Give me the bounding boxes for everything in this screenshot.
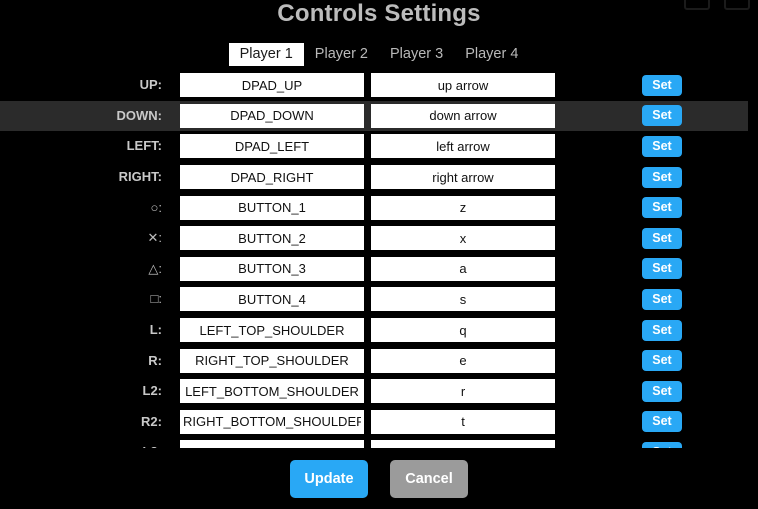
control-label: L:	[149, 322, 162, 338]
set-button[interactable]: Set	[642, 227, 682, 249]
key-binding-input[interactable]	[371, 440, 555, 448]
set-button[interactable]: Set	[642, 288, 682, 310]
control-row[interactable]: ✕: Set	[0, 222, 758, 254]
set-button[interactable]: Set	[642, 197, 682, 219]
set-button[interactable]: Set	[642, 74, 682, 96]
control-row[interactable]: R: Set	[0, 345, 758, 376]
page-title: Controls Settings	[277, 0, 481, 27]
tab-player-2[interactable]: Player 2	[304, 43, 379, 66]
control-name-input[interactable]	[180, 103, 364, 128]
tab-player-3[interactable]: Player 3	[379, 43, 454, 66]
key-binding-input[interactable]	[371, 379, 555, 404]
key-binding-input[interactable]	[371, 287, 555, 312]
set-button[interactable]: Set	[642, 105, 682, 127]
key-binding-input[interactable]	[371, 409, 555, 434]
control-row[interactable]: DOWN: Set	[0, 100, 748, 132]
control-label: L2:	[142, 383, 163, 399]
controls-list[interactable]: UP: Set DOWN: Set LEFT: Set RIGHT: Set ○: Set ✕: Se…	[0, 70, 758, 448]
footer-actions: Update Cancel	[0, 448, 758, 509]
control-row[interactable]: L: Set	[0, 314, 758, 346]
key-binding-input[interactable]	[371, 73, 555, 98]
player-tabs: Player 1 Player 2 Player 3 Player 4	[0, 43, 758, 66]
control-row[interactable]: L3:Set	[0, 437, 758, 448]
control-name-input[interactable]	[180, 256, 364, 281]
control-name-input[interactable]	[180, 440, 364, 448]
control-label: ✕:	[147, 230, 162, 246]
key-binding-input[interactable]	[371, 226, 555, 251]
key-binding-input[interactable]	[371, 103, 555, 128]
control-row[interactable]: □: Set	[0, 284, 758, 315]
key-binding-input[interactable]	[371, 348, 555, 373]
control-label: R:	[148, 352, 162, 368]
set-button[interactable]: Set	[642, 350, 682, 372]
cancel-button[interactable]: Cancel	[390, 459, 468, 498]
key-binding-input[interactable]	[371, 256, 555, 281]
control-row[interactable]: ○: Set	[0, 192, 758, 223]
control-row[interactable]: LEFT: Set	[0, 131, 758, 162]
control-name-input[interactable]	[180, 287, 364, 312]
control-name-input[interactable]	[180, 318, 364, 343]
control-name-input[interactable]	[180, 348, 364, 373]
control-name-input[interactable]	[180, 134, 364, 159]
key-binding-input[interactable]	[371, 318, 555, 343]
key-binding-input[interactable]	[371, 134, 555, 159]
set-button[interactable]: Set	[642, 319, 682, 341]
control-label: LEFT:	[126, 138, 162, 154]
control-name-input[interactable]	[180, 379, 364, 404]
control-name-input[interactable]	[180, 73, 364, 98]
control-name-input[interactable]	[180, 195, 364, 220]
set-button[interactable]: Set	[642, 258, 682, 280]
control-row[interactable]: R2: Set	[0, 406, 758, 438]
set-button[interactable]: Set	[642, 166, 682, 188]
control-label: □:	[150, 291, 162, 307]
controls-settings-screen: Controls Settings Player 1 Player 2 Player…	[0, 0, 758, 509]
update-button[interactable]: Update	[290, 459, 368, 498]
control-label: △:	[148, 260, 162, 276]
key-binding-input[interactable]	[371, 165, 555, 190]
set-button[interactable]: Set	[642, 411, 682, 433]
control-label: R2:	[141, 413, 162, 429]
key-binding-input[interactable]	[371, 195, 555, 220]
control-row[interactable]: RIGHT: Set	[0, 161, 758, 193]
set-button[interactable]: Set	[642, 135, 682, 157]
control-name-input[interactable]	[180, 226, 364, 251]
control-label: RIGHT:	[118, 169, 162, 185]
tab-player-1[interactable]: Player 1	[228, 43, 304, 66]
set-button[interactable]: Set	[642, 380, 682, 402]
control-label: UP:	[139, 77, 162, 93]
control-name-input[interactable]	[180, 165, 364, 190]
control-row[interactable]: L2: Set	[0, 375, 758, 407]
control-label: ○:	[150, 199, 162, 215]
control-label: DOWN:	[116, 107, 163, 123]
control-row[interactable]: △: Set	[0, 253, 758, 285]
control-name-input[interactable]	[180, 409, 364, 434]
control-row[interactable]: UP: Set	[0, 70, 758, 101]
tab-player-4[interactable]: Player 4	[454, 43, 529, 66]
